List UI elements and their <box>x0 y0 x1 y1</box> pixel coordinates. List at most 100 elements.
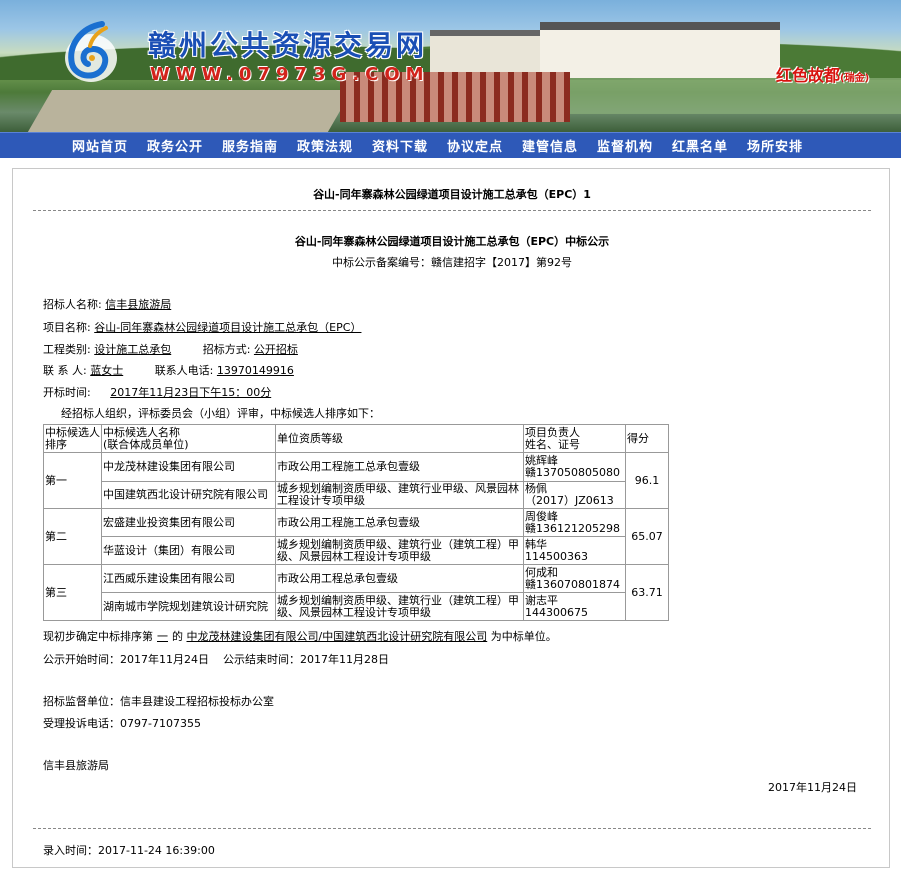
entry-label: 录入时间： <box>43 844 98 857</box>
notice-record-number: 中标公示备案编号：赣信建招字【2017】第92号 <box>332 256 572 269</box>
main-nav: 网站首页 政务公开 服务指南 政策法规 资料下载 协议定点 建管信息 监督机构 … <box>0 132 901 158</box>
header-candidate: 中标候选人名称 (联合体成员单位) <box>101 424 276 453</box>
tenderer-row: 招标人名称: 信丰县旅游局 <box>43 296 171 312</box>
notice-title: 谷山-同年寨森林公园绿道项目设计施工总承包（EPC）中标公示 <box>294 235 610 248</box>
pm-cert: 114500363 <box>525 549 588 563</box>
banner-building <box>540 22 780 78</box>
pm-cert: 137050805080 <box>536 466 620 479</box>
nav-item-government[interactable]: 政务公开 <box>147 136 203 155</box>
candidate-name: 湖南城市学院规划建筑设计研究院 <box>101 592 276 621</box>
result-middle: 的 <box>172 630 183 643</box>
nav-item-home[interactable]: 网站首页 <box>72 136 128 155</box>
tenderer-label: 招标人名称: <box>43 298 102 311</box>
complaint-row: 受理投诉电话：0797-7107355 <box>43 715 201 731</box>
project-manager: 谢志平 144300675 <box>523 592 626 621</box>
table-row: 第二 宏盛建业投资集团有限公司 市政公用工程施工总承包壹级 周俊峰 赣136121… <box>43 508 669 565</box>
project-label: 项目名称: <box>43 321 91 334</box>
phone-value: 13970149916 <box>216 364 294 377</box>
result-statement: 现初步确定中标排序第一的 中龙茂林建设集团有限公司/中国建筑西北设计研究院有限公… <box>43 628 557 644</box>
header-qualification: 单位资质等级 <box>275 424 524 453</box>
site-url[interactable]: WWW.07973G.COM <box>150 64 430 85</box>
project-row: 项目名称: 谷山-同年寨森林公园绿道项目设计施工总承包（EPC） <box>43 319 361 335</box>
table-row: 华蓝设计（集团）有限公司 城乡规划编制资质甲级、建筑行业（建筑工程）甲级、风景园… <box>44 536 669 565</box>
table-row: 第一 中龙茂林建设集团有限公司 市政公用工程施工总承包壹级 姚辉峰 赣137050… <box>43 452 669 509</box>
table-header-row: 中标候选人排序 中标候选人名称 (联合体成员单位) 单位资质等级 项目负责人 姓名、… <box>43 424 669 453</box>
header-project-manager: 项目负责人 姓名、证号 <box>523 424 626 453</box>
rank-cell: 第二 <box>43 508 102 565</box>
nav-item-supervision[interactable]: 监督机构 <box>597 136 653 155</box>
qualification: 城乡规划编制资质甲级、建筑行业甲级、风景园林工程设计专项甲级 <box>275 481 524 509</box>
project-manager: 何成和 赣136070801874 <box>523 564 626 593</box>
opening-label: 开标时间: <box>43 386 91 399</box>
nav-item-venue[interactable]: 场所安排 <box>747 136 803 155</box>
divider <box>33 210 871 211</box>
header-rank: 中标候选人排序 <box>43 424 102 453</box>
banner-building <box>430 30 540 76</box>
table-row: 中国建筑西北设计研究院有限公司 城乡规划编制资质甲级、建筑行业甲级、风景园林工程… <box>44 481 669 509</box>
qualification: 市政公用工程总承包壹级 <box>275 564 524 593</box>
pm-cert-prefix: 赣 <box>525 521 536 535</box>
slogan-small: (瑞金) <box>840 73 870 84</box>
nav-item-agreement[interactable]: 协议定点 <box>447 136 503 155</box>
slogan-main: 红色故都 <box>776 66 841 85</box>
pm-cert: （2017）JZ0613 <box>525 494 614 507</box>
pm-cert-prefix: 赣 <box>525 466 536 479</box>
score-cell: 96.1 <box>625 452 669 509</box>
candidate-name: 江西威乐建设集团有限公司 <box>101 564 276 593</box>
phone-label: 联系人电话: <box>154 364 214 377</box>
entry-time-row: 录入时间：2017-11-24 16:39:00 <box>43 842 215 858</box>
candidate-name: 华蓝设计（集团）有限公司 <box>101 536 276 565</box>
result-winner: 中龙茂林建设集团有限公司/中国建筑西北设计研究院有限公司 <box>186 630 488 643</box>
supervisor-row: 招标监督单位：信丰县建设工程招标投标办公室 <box>43 693 274 709</box>
category-value: 设计施工总承包 <box>94 343 172 356</box>
project-manager: 周俊峰 赣136121205298 <box>523 508 626 537</box>
publicity-period-row: 公示开始时间：2017年11月24日 公示结束时间：2017年11月28日 <box>43 651 389 667</box>
project-manager: 韩华 114500363 <box>523 536 626 565</box>
project-manager: 杨佩 （2017）JZ0613 <box>523 481 626 509</box>
logo-icon[interactable] <box>62 18 120 84</box>
header-pm-line2: 姓名、证号 <box>525 437 580 451</box>
contact-value: 蓝女士 <box>90 364 124 377</box>
nav-item-service-guide[interactable]: 服务指南 <box>222 136 278 155</box>
supervisor-label: 招标监督单位： <box>43 695 120 708</box>
qualification: 市政公用工程施工总承包壹级 <box>275 452 524 482</box>
pm-cert: 136070801874 <box>536 577 620 591</box>
result-rank: 一 <box>157 630 168 643</box>
candidate-name: 中国建筑西北设计研究院有限公司 <box>101 481 276 509</box>
header-score: 得分 <box>625 424 669 453</box>
qualification: 城乡规划编制资质甲级、建筑行业（建筑工程）甲级、风景园林工程设计专项甲级 <box>275 536 524 565</box>
contact-row: 联 系 人: 蓝女士 联系人电话: 13970149916 <box>43 362 294 378</box>
qualification: 市政公用工程施工总承包壹级 <box>275 508 524 537</box>
candidate-name: 中龙茂林建设集团有限公司 <box>101 452 276 482</box>
score-cell: 65.07 <box>625 508 669 565</box>
article-panel: 谷山-同年寨森林公园绿道项目设计施工总承包（EPC）1 谷山-同年寨森林公园绿道… <box>12 168 890 868</box>
start-label: 公示开始时间： <box>43 653 120 666</box>
candidate-name: 宏盛建业投资集团有限公司 <box>101 508 276 537</box>
qualification: 城乡规划编制资质甲级、建筑行业（建筑工程）甲级、风景园林工程设计专项甲级 <box>275 592 524 621</box>
start-value: 2017年11月24日 <box>120 653 209 666</box>
page-title: 谷山-同年寨森林公园绿道项目设计施工总承包（EPC）1 <box>313 188 591 201</box>
method-label: 招标方式: <box>202 343 251 356</box>
banner-path <box>27 90 353 132</box>
issuer-org: 信丰县旅游局 <box>43 759 109 772</box>
opening-value: 2017年11月23日下午15：00分 <box>110 386 272 399</box>
project-value: 谷山-同年寨森林公园绿道项目设计施工总承包（EPC） <box>94 321 362 334</box>
ranking-intro: 经招标人组织，评标委员会（小组）评审，中标候选人排序如下： <box>61 407 380 420</box>
divider <box>33 828 871 829</box>
table-row: 湖南城市学院规划建筑设计研究院 城乡规划编制资质甲级、建筑行业（建筑工程）甲级、… <box>44 592 669 621</box>
slogan: 红色故都(瑞金) <box>776 62 869 86</box>
issue-date: 2017年11月24日 <box>768 781 857 794</box>
header-candidate-line2: (联合体成员单位) <box>103 437 189 451</box>
header-banner: 赣州公共资源交易网 WWW.07973G.COM 红色故都(瑞金) <box>0 0 901 132</box>
category-label: 工程类别: <box>43 343 91 356</box>
nav-item-construction[interactable]: 建管信息 <box>522 136 578 155</box>
end-label: 公示结束时间： <box>223 653 300 666</box>
complaint-label: 受理投诉电话： <box>43 717 120 730</box>
contact-label: 联 系 人: <box>43 364 87 377</box>
nav-item-blacklist[interactable]: 红黑名单 <box>672 136 728 155</box>
nav-item-downloads[interactable]: 资料下载 <box>372 136 428 155</box>
pm-cert: 144300675 <box>525 605 588 619</box>
result-prefix: 现初步确定中标排序第 <box>43 630 153 643</box>
nav-item-policy[interactable]: 政策法规 <box>297 136 353 155</box>
candidate-table: 中标候选人排序 中标候选人名称 (联合体成员单位) 单位资质等级 项目负责人 姓名、… <box>43 424 669 621</box>
